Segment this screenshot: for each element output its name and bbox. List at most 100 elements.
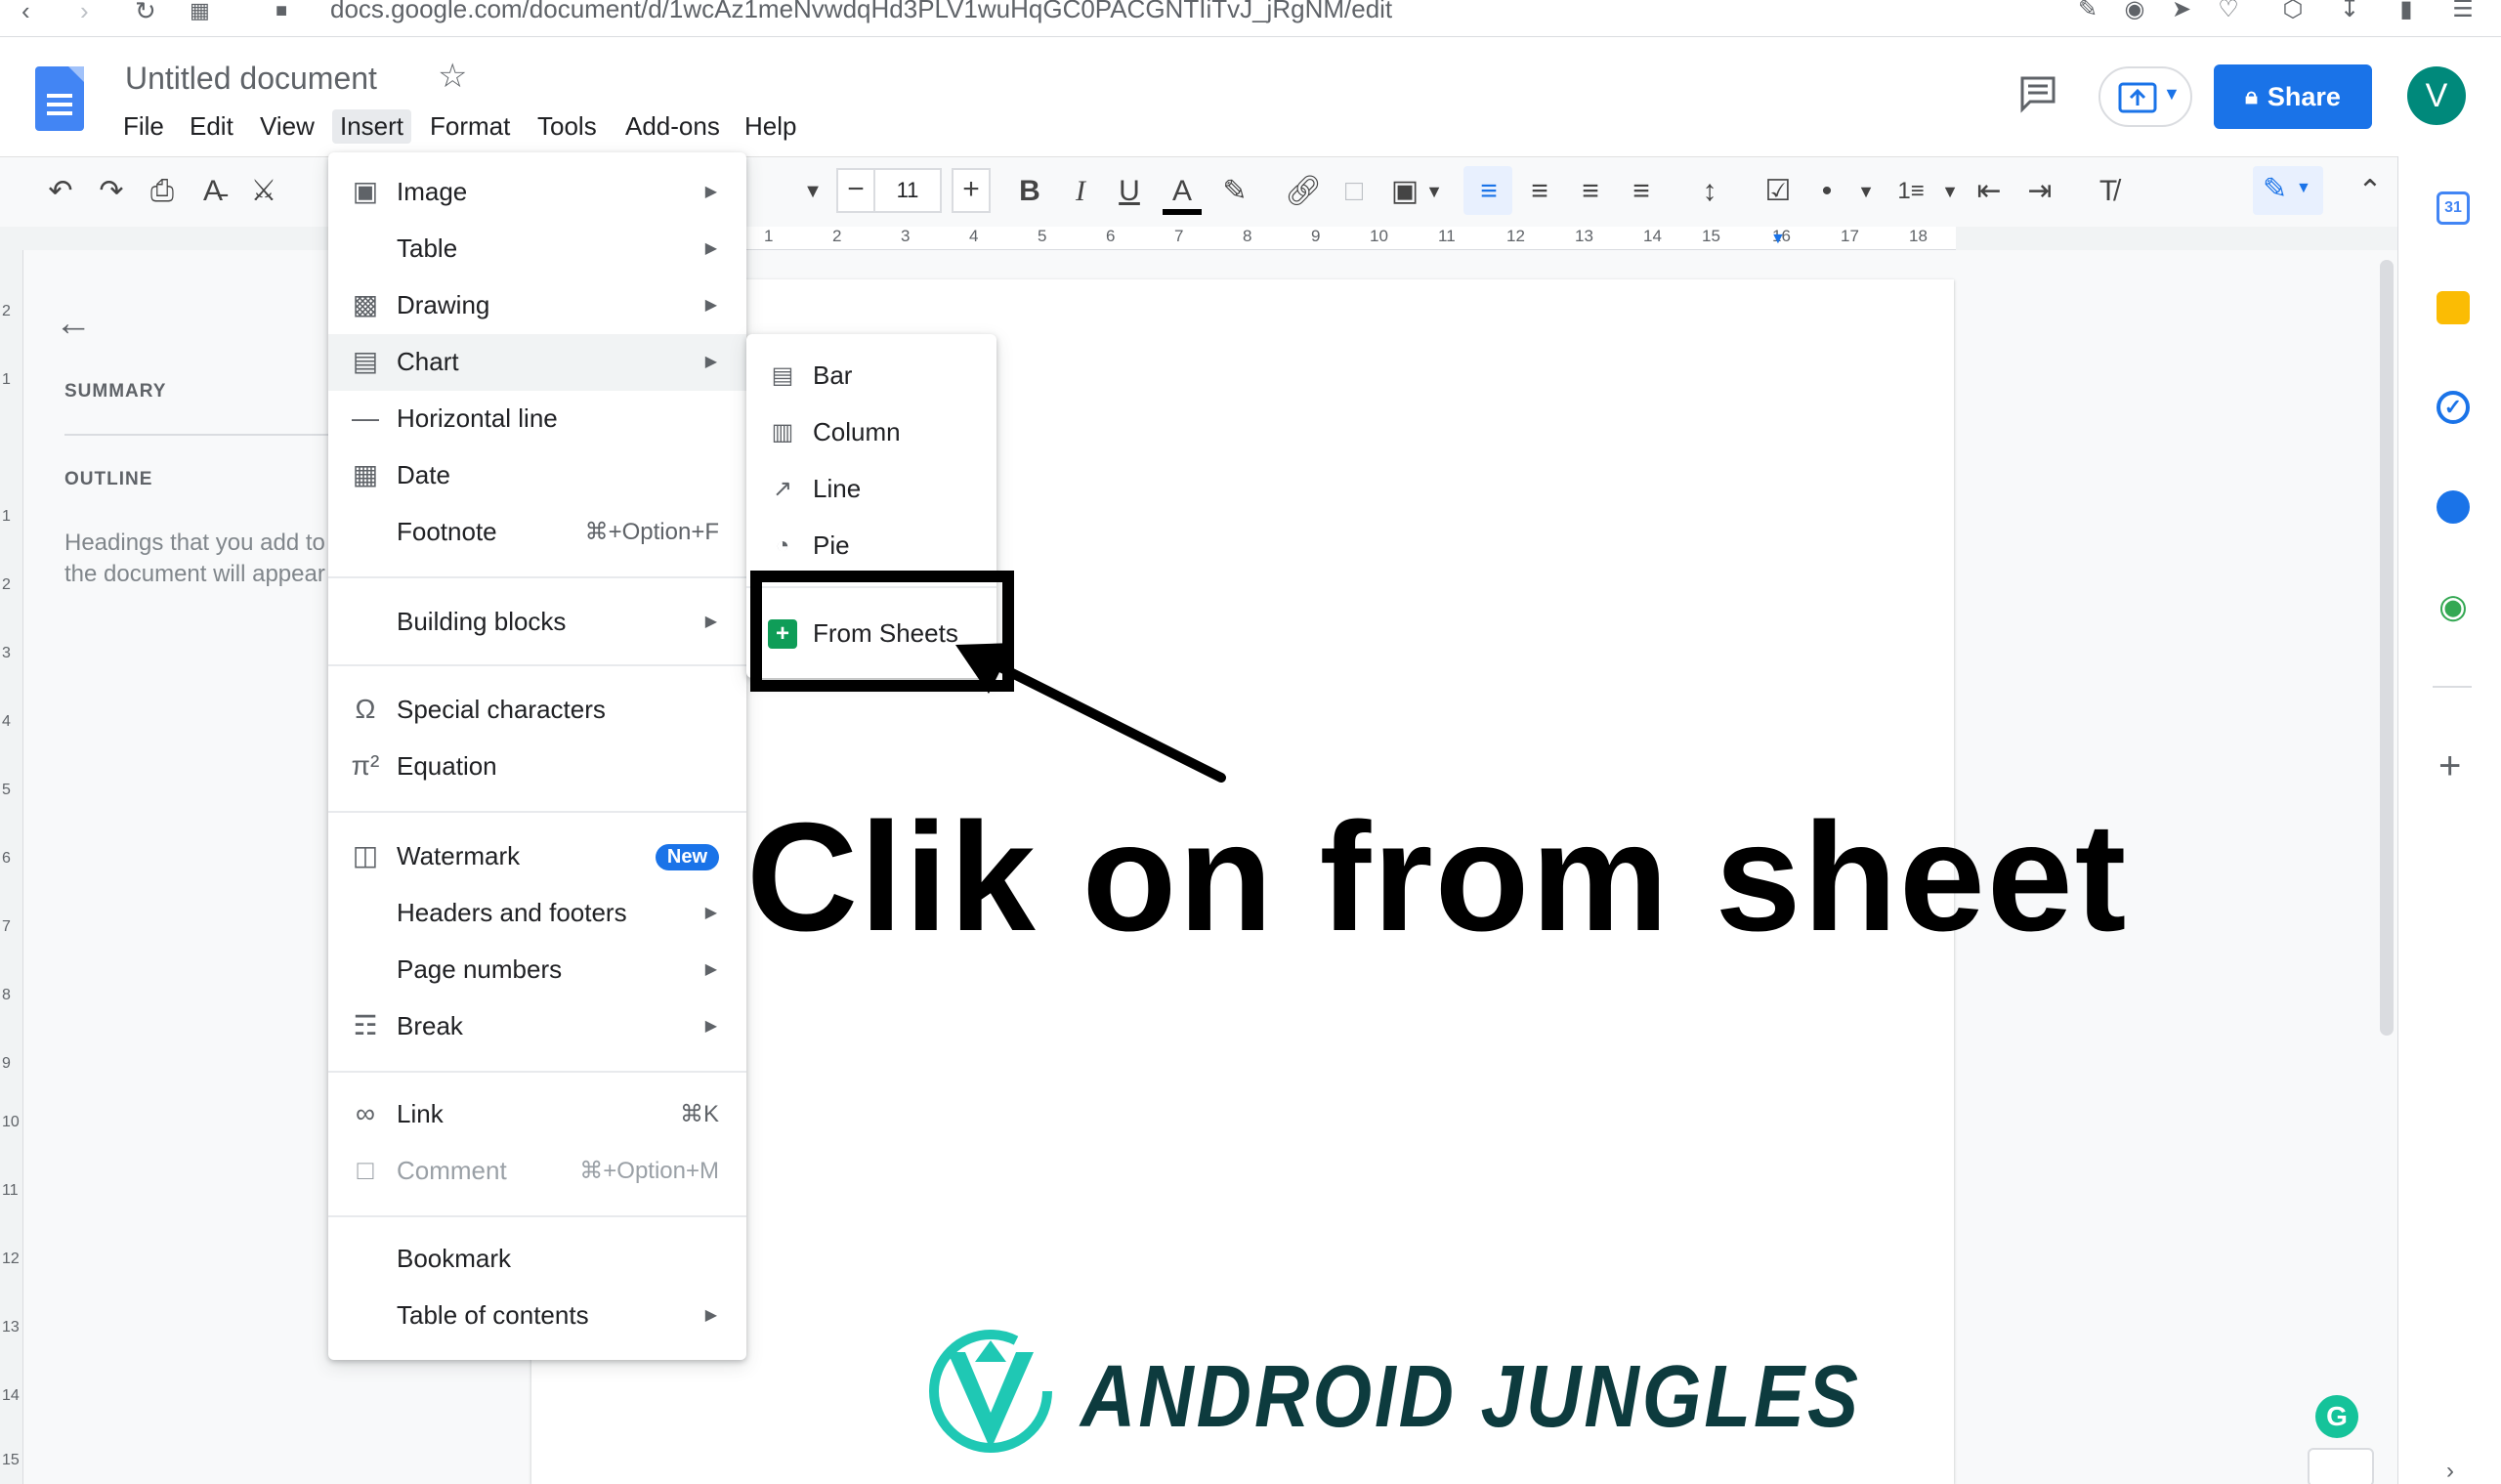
menu-item-comment[interactable]: □ Comment ⌘+Option+M <box>328 1143 746 1200</box>
align-left-icon[interactable]: ≡ <box>1469 176 1508 207</box>
menu-icon[interactable]: ☰ <box>2448 0 2478 21</box>
numbered-list-chevron-icon[interactable]: ▼ <box>1930 176 1970 207</box>
tabs-grid-icon[interactable]: ▦ <box>190 0 210 21</box>
share-button[interactable]: 🔒︎ Share <box>2214 64 2372 129</box>
back-icon[interactable]: ‹ <box>21 0 30 23</box>
menu-item-bookmark[interactable]: Bookmark <box>328 1231 746 1288</box>
calendar-icon[interactable]: 31 <box>2437 191 2470 225</box>
menu-item-drawing[interactable]: ▩ Drawing ▶ <box>328 277 746 334</box>
maps-icon[interactable]: ◉ <box>2437 590 2470 623</box>
italic-icon[interactable]: I <box>1061 176 1100 207</box>
ruler-tick: 2 <box>832 227 842 245</box>
menu-separator <box>328 664 746 666</box>
menu-tools[interactable]: Tools <box>537 111 597 142</box>
indent-marker-icon[interactable]: ▼ <box>1770 231 1786 248</box>
bold-icon[interactable]: B <box>1010 176 1049 207</box>
menu-help[interactable]: Help <box>744 111 796 142</box>
explore-button[interactable] <box>2308 1448 2374 1484</box>
tasks-icon[interactable]: ✓ <box>2437 391 2470 424</box>
camera-icon[interactable]: ◉ <box>2120 0 2149 21</box>
insert-link-icon[interactable]: 🔗︎ <box>1284 176 1323 207</box>
vruler-tick: 2 <box>2 303 11 319</box>
menu-insert[interactable]: Insert <box>332 109 412 144</box>
menu-item-chart[interactable]: ▤ Chart ▶ <box>328 334 746 391</box>
forward-icon[interactable]: › <box>80 0 89 23</box>
checklist-icon[interactable]: ☑ <box>1759 176 1798 207</box>
menu-format[interactable]: Format <box>430 111 510 142</box>
show-side-panel-chevron-icon[interactable]: › <box>2446 1458 2454 1484</box>
add-comment-icon[interactable]: □ <box>1335 176 1374 207</box>
font-dropdown-chevron-icon[interactable]: ▼ <box>793 176 832 207</box>
vertical-scrollbar[interactable] <box>2380 260 2394 1036</box>
chart-item-column[interactable]: ▥ Column <box>746 404 996 461</box>
menu-item-equation[interactable]: π² Equation <box>328 739 746 795</box>
numbered-list-icon[interactable]: 1≡ <box>1891 176 1930 207</box>
menu-item-footnote[interactable]: Footnote ⌘+Option+F <box>328 504 746 561</box>
menu-item-break[interactable]: ☶ Break ▶ <box>328 998 746 1055</box>
get-addons-plus-icon[interactable]: + <box>2438 744 2461 788</box>
document-title[interactable]: Untitled document <box>125 61 377 97</box>
chart-item-bar[interactable]: ▤ Bar <box>746 348 996 404</box>
underline-icon[interactable]: U <box>1110 176 1149 207</box>
chart-item-line[interactable]: ↗ Line <box>746 461 996 518</box>
send-icon[interactable]: ➤ <box>2167 0 2196 21</box>
line-spacing-icon[interactable]: ↕ <box>1690 176 1729 207</box>
paint-format-icon[interactable]: ⚔ <box>244 176 283 207</box>
present-button[interactable]: ▼ <box>2098 66 2192 127</box>
bulleted-list-chevron-icon[interactable]: ▼ <box>1846 176 1886 207</box>
menu-addons[interactable]: Add-ons <box>625 111 720 142</box>
highlight-color-icon[interactable]: ✎ <box>1215 176 1254 207</box>
spellcheck-icon[interactable]: A̵ <box>193 176 233 207</box>
clear-formatting-icon[interactable]: T̸ <box>2089 176 2128 207</box>
grammarly-icon[interactable]: G <box>2315 1395 2358 1438</box>
menu-item-headers-footers[interactable]: Headers and footers ▶ <box>328 885 746 942</box>
menu-item-page-numbers[interactable]: Page numbers ▶ <box>328 942 746 998</box>
collapse-menus-icon[interactable]: ⌃ <box>2351 176 2390 207</box>
contacts-icon[interactable] <box>2437 490 2470 524</box>
image-dropdown-chevron-icon[interactable]: ▼ <box>1415 176 1454 207</box>
menu-item-special-characters[interactable]: Ω Special characters <box>328 682 746 739</box>
avatar[interactable]: V <box>2407 66 2466 125</box>
menu-file[interactable]: File <box>123 111 164 142</box>
text-color-icon[interactable]: A <box>1163 176 1202 215</box>
star-icon[interactable]: ☆ <box>438 57 467 96</box>
close-outline-arrow-icon[interactable]: ← <box>55 303 92 345</box>
url-text[interactable]: docs.google.com/document/d/1wcAz1meNvwdq… <box>330 0 1392 24</box>
justify-icon[interactable]: ≡ <box>1622 176 1661 207</box>
increase-font-size-button[interactable]: + <box>952 168 991 213</box>
edit-page-icon[interactable]: ✎ <box>2073 0 2102 21</box>
bulleted-list-icon[interactable]: • <box>1807 176 1846 207</box>
menu-edit[interactable]: Edit <box>190 111 233 142</box>
undo-icon[interactable]: ↶ <box>41 176 80 207</box>
menu-item-horizontal-line[interactable]: — Horizontal line <box>328 391 746 447</box>
align-right-icon[interactable]: ≡ <box>1571 176 1610 207</box>
menu-item-date[interactable]: ▦ Date <box>328 447 746 504</box>
keep-icon[interactable] <box>2437 291 2470 324</box>
menu-item-building-blocks[interactable]: Building blocks ▶ <box>328 594 746 651</box>
decrease-indent-icon[interactable]: ⇤ <box>1970 176 2009 207</box>
menu-view[interactable]: View <box>260 111 315 142</box>
increase-indent-icon[interactable]: ⇥ <box>2020 176 2059 207</box>
editing-mode-button[interactable]: ✎ ▼ <box>2253 166 2323 215</box>
reload-icon[interactable]: ↻ <box>135 0 156 23</box>
menu-item-link[interactable]: ∞ Link ⌘K <box>328 1086 746 1143</box>
align-center-icon[interactable]: ≡ <box>1520 176 1559 207</box>
menu-item-table-of-contents[interactable]: Table of contents ▶ <box>328 1288 746 1344</box>
chart-icon: ▤ <box>352 346 379 376</box>
menu-separator <box>328 1071 746 1073</box>
ruler-tick: 13 <box>1575 227 1593 245</box>
redo-icon[interactable]: ↷ <box>92 176 131 207</box>
print-icon[interactable]: ⎙ <box>143 176 182 207</box>
download-icon[interactable]: ↧ <box>2335 0 2364 21</box>
chart-item-pie[interactable]: ◔ Pie <box>746 518 996 574</box>
cube-icon[interactable]: ⬡ <box>2278 0 2308 21</box>
menu-item-table[interactable]: Table ▶ <box>328 221 746 277</box>
menu-item-image[interactable]: ▣ Image ▶ <box>328 164 746 221</box>
font-size-input[interactable]: 11 <box>873 168 942 213</box>
docs-logo-icon[interactable] <box>35 66 84 131</box>
menu-item-watermark[interactable]: ◫ Watermark New <box>328 828 746 885</box>
heart-icon[interactable]: ♡ <box>2214 0 2243 21</box>
submenu-arrow-icon: ▶ <box>704 614 717 630</box>
comment-history-icon[interactable] <box>2018 74 2057 113</box>
decrease-font-size-button[interactable]: − <box>836 168 875 213</box>
